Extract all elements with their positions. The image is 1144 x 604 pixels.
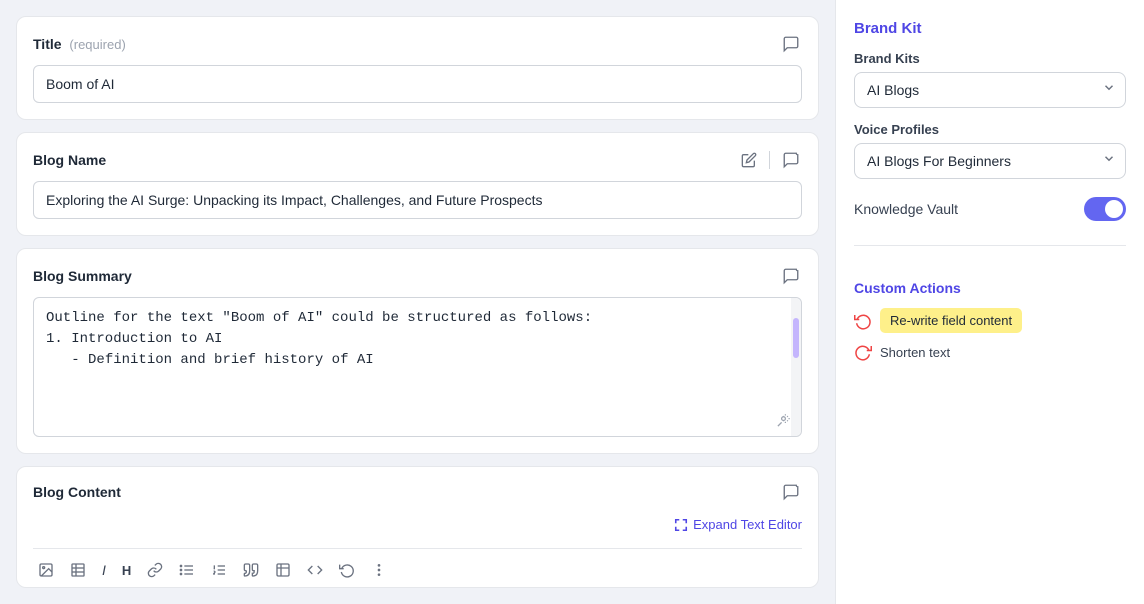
table2-icon <box>275 562 291 578</box>
brand-kit-section: Brand Kit Brand Kits AI Blogs Tech Blogs… <box>854 20 1126 221</box>
toolbar-more-btn[interactable] <box>366 559 392 581</box>
blog-name-chat-btn[interactable] <box>780 149 802 171</box>
blog-summary-chat-btn[interactable] <box>780 265 802 287</box>
magic-wand-icon <box>776 413 791 428</box>
blog-content-label: Blog Content <box>33 484 121 500</box>
italic-label: I <box>102 562 106 578</box>
voice-profiles-label: Voice Profiles <box>854 122 1126 137</box>
blog-name-edit-btn[interactable] <box>739 150 759 170</box>
brand-kits-label: Brand Kits <box>854 51 1126 66</box>
chat-icon-3 <box>782 267 800 285</box>
rewrite-action-icon <box>854 312 872 330</box>
voice-profiles-select-wrapper: AI Blogs For Beginners Expert Casual <box>854 143 1126 179</box>
expand-text-editor-btn[interactable]: Expand Text Editor <box>674 517 802 532</box>
title-label: Title (required) <box>33 36 126 52</box>
brand-kits-select[interactable]: AI Blogs Tech Blogs Default <box>854 72 1126 108</box>
blog-name-label: Blog Name <box>33 152 106 168</box>
summary-bottom-action <box>34 407 801 436</box>
blog-name-card: Blog Name <box>16 132 819 236</box>
toolbar-list-btn[interactable] <box>174 559 200 581</box>
knowledge-vault-toggle[interactable] <box>1084 197 1126 221</box>
shorten-action-item: Shorten text <box>854 343 1126 361</box>
shorten-icon <box>854 343 872 361</box>
shorten-action-icon <box>854 343 872 361</box>
chat-icon <box>782 35 800 53</box>
voice-profiles-select[interactable]: AI Blogs For Beginners Expert Casual <box>854 143 1126 179</box>
sidebar-divider <box>854 245 1126 246</box>
more-icon <box>371 562 387 578</box>
code-icon <box>307 562 323 578</box>
blog-summary-card-actions <box>780 265 802 287</box>
blog-name-input[interactable] <box>33 181 802 219</box>
title-card-header: Title (required) <box>33 33 802 55</box>
blog-content-chat-btn[interactable] <box>780 481 802 503</box>
title-chat-icon-btn[interactable] <box>780 33 802 55</box>
blog-summary-label: Blog Summary <box>33 268 132 284</box>
custom-actions-title: Custom Actions <box>854 280 1126 296</box>
sidebar: Brand Kit Brand Kits AI Blogs Tech Blogs… <box>835 0 1144 604</box>
toolbar-code-btn[interactable] <box>302 559 328 581</box>
title-card-actions <box>780 33 802 55</box>
rewrite-action-btn[interactable]: Re-write field content <box>880 308 1022 333</box>
chat-icon-4 <box>782 483 800 501</box>
blog-summary-card-header: Blog Summary <box>33 265 802 287</box>
blog-name-card-header: Blog Name <box>33 149 802 171</box>
knowledge-vault-label: Knowledge Vault <box>854 201 958 217</box>
blog-summary-textarea-wrapper: Outline for the text "Boom of AI" could … <box>33 297 802 437</box>
required-badge: (required) <box>69 37 125 52</box>
blog-name-card-actions <box>739 149 802 171</box>
toolbar-ordered-list-btn[interactable] <box>206 559 232 581</box>
toolbar-italic-btn[interactable]: I <box>97 559 111 581</box>
custom-actions-section: Custom Actions Re-write field content Sh… <box>854 280 1126 371</box>
edit-icon <box>741 152 757 168</box>
undo-icon <box>339 562 355 578</box>
toolbar-link-btn[interactable] <box>142 559 168 581</box>
title-card: Title (required) <box>16 16 819 120</box>
blog-content-card-header: Blog Content <box>33 481 802 503</box>
link-icon <box>147 562 163 578</box>
toolbar-heading-btn[interactable]: H <box>117 560 136 581</box>
quote-icon <box>243 562 259 578</box>
image-icon <box>38 562 54 578</box>
toolbar-table2-btn[interactable] <box>270 559 296 581</box>
expand-icon <box>674 518 688 532</box>
toolbar-image-btn[interactable] <box>33 559 59 581</box>
brand-kit-title: Brand Kit <box>854 20 1126 37</box>
toolbar-quote-btn[interactable] <box>238 559 264 581</box>
knowledge-vault-row: Knowledge Vault <box>854 193 1126 221</box>
editor-toolbar: I H <box>33 548 802 587</box>
table-icon <box>70 562 86 578</box>
heading-label: H <box>122 563 131 578</box>
blog-content-card-actions <box>780 481 802 503</box>
expand-editor-row: Expand Text Editor <box>33 513 802 538</box>
blog-name-divider <box>769 151 770 169</box>
ordered-list-icon <box>211 562 227 578</box>
blog-content-card: Blog Content Expand Text Editor <box>16 466 819 588</box>
rewrite-icon <box>854 312 872 330</box>
shorten-action-text: Shorten text <box>880 345 950 360</box>
scrollbar <box>791 298 801 436</box>
blog-summary-textarea[interactable]: Outline for the text "Boom of AI" could … <box>34 298 801 402</box>
brand-kits-select-wrapper: AI Blogs Tech Blogs Default <box>854 72 1126 108</box>
toolbar-table-btn[interactable] <box>65 559 91 581</box>
toolbar-undo-btn[interactable] <box>334 559 360 581</box>
scroll-thumb <box>793 318 799 358</box>
chat-icon-2 <box>782 151 800 169</box>
blog-summary-card: Blog Summary Outline for the text "Boom … <box>16 248 819 454</box>
list-icon <box>179 562 195 578</box>
rewrite-action-item: Re-write field content <box>854 308 1126 333</box>
title-input[interactable] <box>33 65 802 103</box>
